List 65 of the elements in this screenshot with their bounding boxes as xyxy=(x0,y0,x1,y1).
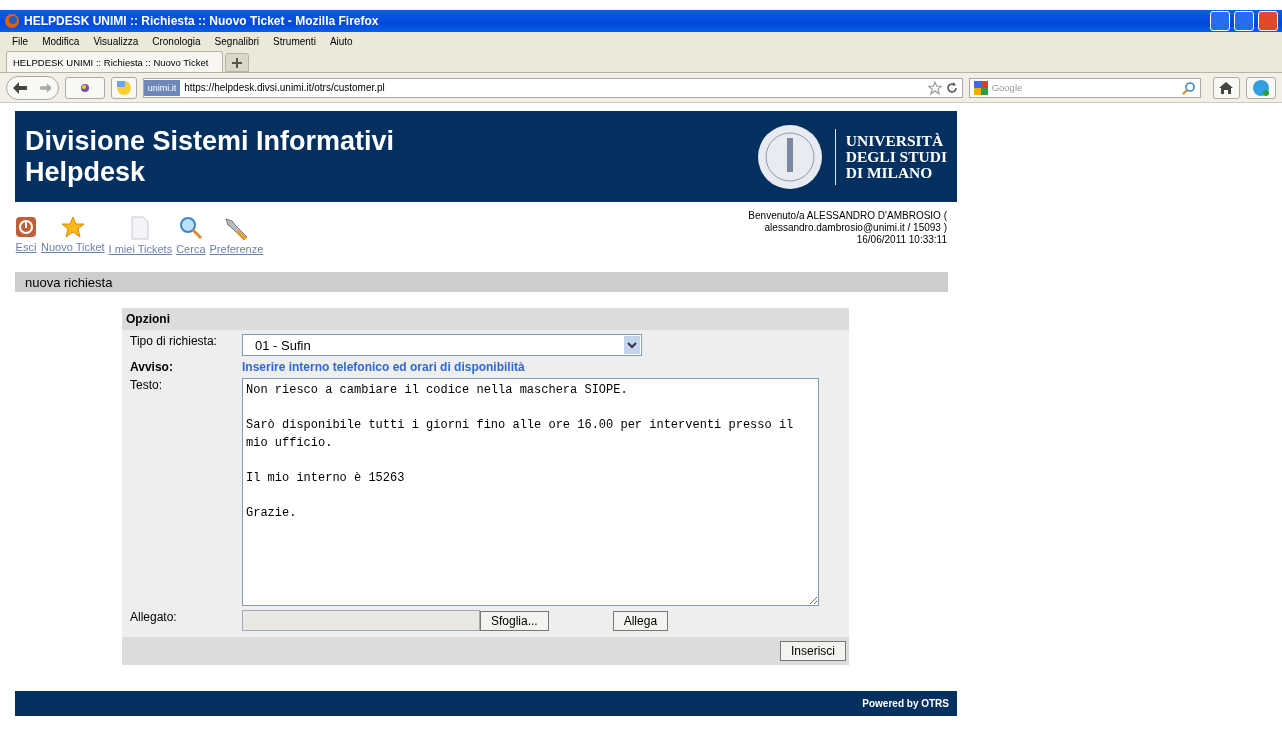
footer-text: Powered by OTRS xyxy=(862,698,949,709)
menu-item[interactable]: Segnalibri xyxy=(214,35,260,47)
new-tab-button[interactable] xyxy=(225,53,250,72)
back-arrow-icon xyxy=(13,81,28,94)
user-info-text: alessandro.dambrosio@unimi.it / 15093 ) xyxy=(764,222,947,234)
close-button[interactable] xyxy=(1258,11,1278,31)
university-seal-icon xyxy=(756,123,823,190)
menu-item[interactable]: Modifica xyxy=(42,35,80,47)
plus-icon xyxy=(232,57,243,68)
site-title: Divisione Sistemi Informativi xyxy=(25,125,396,157)
menu-item[interactable]: Visualizza xyxy=(93,35,139,47)
minimize-button[interactable] xyxy=(1210,11,1230,31)
star-icon xyxy=(60,216,85,238)
nav-link[interactable]: Preferenze xyxy=(209,216,264,272)
restore-button[interactable] xyxy=(1234,11,1254,31)
url-text: https://helpdesk.divsi.unimi.it/otrs/customer.pl xyxy=(184,82,386,93)
firefox-icon xyxy=(4,13,20,29)
search-placeholder: Google xyxy=(991,82,1024,93)
section-title: nuova richiesta xyxy=(15,272,948,292)
field-label: Tipo di richiesta: xyxy=(130,334,218,348)
message-textarea[interactable]: Non riesco a cambiare il codice nella maschera SIOPE. Sarò disponibile tutti i giorni fino alle ore 16.00 per interventi presso il mio ufficio. Il mio interno è 15263 Grazie. xyxy=(242,378,819,606)
field-label: Avviso: xyxy=(130,360,174,374)
document-icon xyxy=(131,216,150,240)
browse-button[interactable]: Sfoglia... xyxy=(480,610,549,631)
search-icon xyxy=(178,216,203,240)
reload-icon[interactable] xyxy=(945,81,958,94)
nav-link[interactable]: I miei Tickets xyxy=(108,216,173,272)
history-button[interactable] xyxy=(65,76,105,99)
addon-button[interactable] xyxy=(110,76,137,99)
skype-button[interactable] xyxy=(1246,76,1276,99)
dropdown-caret-icon xyxy=(624,336,640,354)
address-field[interactable]: unimi.it https://helpdesk.divsi.unimi.it/otrs/customer.pl xyxy=(142,77,963,98)
menu-item[interactable]: Cronologia xyxy=(152,35,201,47)
attach-button[interactable]: Allega xyxy=(612,610,669,631)
user-info-text: Benvenuto/a ALESSANDRO D'AMBROSIO ( xyxy=(748,210,947,222)
menu-item[interactable]: Aiuto xyxy=(329,35,353,47)
request-type-select[interactable]: 01 - Sufin xyxy=(242,334,642,356)
back-forward-button[interactable] xyxy=(6,75,60,100)
university-name: DI MILANO xyxy=(845,164,934,181)
file-path-field[interactable] xyxy=(242,610,480,631)
home-button[interactable] xyxy=(1212,76,1241,99)
university-name: DEGLI STUDI xyxy=(845,148,947,165)
field-label: Testo: xyxy=(130,378,163,392)
home-icon xyxy=(1219,81,1234,94)
menu-item[interactable]: File xyxy=(12,35,29,47)
user-info-text: 16/06/2011 10:33:11 xyxy=(856,234,947,246)
nav-link[interactable]: Cerca xyxy=(176,216,206,272)
star-icon[interactable] xyxy=(927,80,942,95)
google-icon xyxy=(973,80,988,95)
site-title: Helpdesk xyxy=(25,156,147,188)
power-icon xyxy=(15,216,37,238)
panel-title: Opzioni xyxy=(122,308,849,330)
skype-icon xyxy=(1252,78,1271,97)
forward-arrow-icon xyxy=(40,82,53,93)
nav-link[interactable]: Nuovo Ticket xyxy=(41,216,105,272)
browser-tab[interactable]: HELPDESK UNIMI :: Richiesta :: Nuovo Ticket xyxy=(6,51,224,72)
notice-text: Inserire interno telefonico ed orari di disponibilità xyxy=(242,360,526,374)
nav-link[interactable]: Esci xyxy=(15,216,37,272)
site-identity-badge[interactable]: unimi.it xyxy=(143,79,181,96)
submit-button[interactable]: Inserisci xyxy=(780,641,846,661)
university-name: UNIVERSITÀ xyxy=(845,132,945,149)
menu-item[interactable]: Strumenti xyxy=(273,35,316,47)
search-icon[interactable] xyxy=(1181,80,1196,95)
window-title: HELPDESK UNIMI :: Richiesta :: Nuovo Ticket - Mozilla Firefox xyxy=(24,14,380,28)
field-label: Allegato: xyxy=(130,610,178,624)
